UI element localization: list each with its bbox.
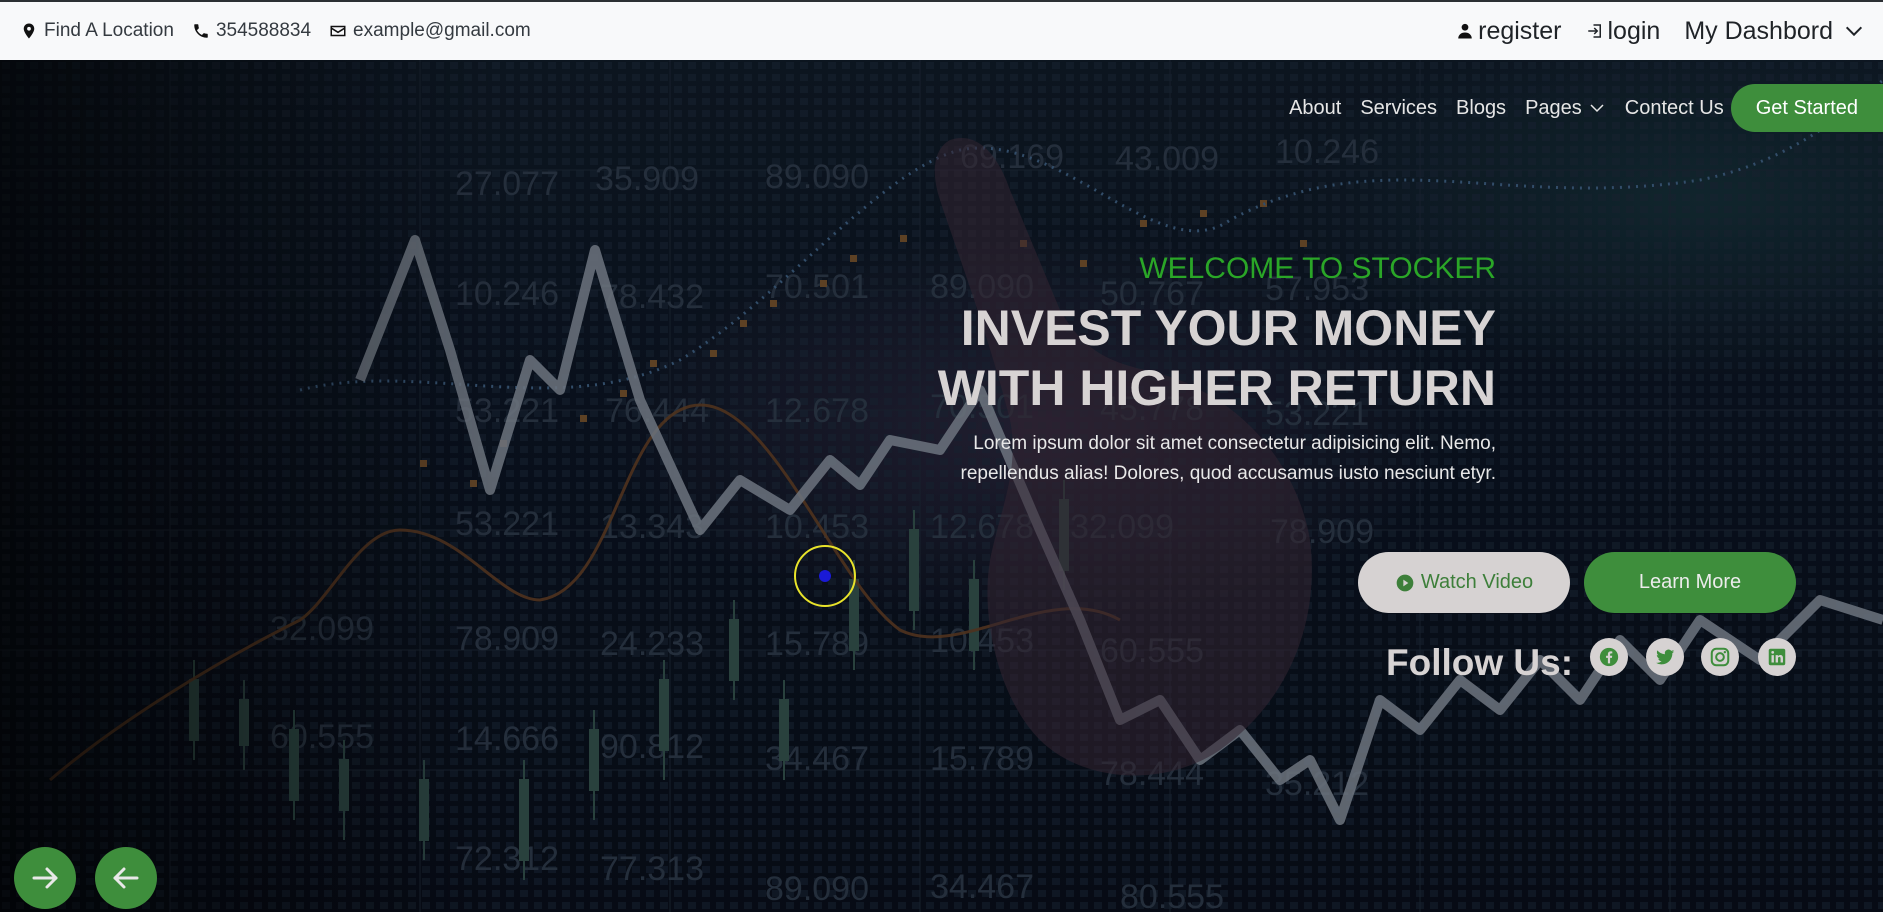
register-label: register [1478, 16, 1562, 45]
hero-headline-line-2: WITH HIGHER RETURN [937, 360, 1496, 416]
twitter-icon [1655, 649, 1675, 665]
linkedin-icon [1768, 648, 1786, 666]
nav-blogs[interactable]: Blogs [1456, 97, 1506, 120]
user-icon [1458, 23, 1472, 39]
login-icon [1587, 24, 1601, 38]
phone-icon [194, 24, 208, 38]
instagram-icon [1710, 647, 1730, 667]
arrow-left-icon [113, 867, 139, 889]
login-label: login [1607, 16, 1661, 45]
hero-headline: INVEST YOUR MONEY WITH HIGHER RETURN [938, 298, 1496, 418]
hero-headline-line-1: INVEST YOUR MONEY [960, 300, 1496, 356]
arrow-right-icon [32, 867, 58, 889]
carousel-next-button[interactable] [14, 847, 76, 909]
play-circle-icon [1396, 574, 1414, 591]
main-nav: About Services Blogs Pages Contect Us Ge… [1289, 84, 1883, 132]
top-bar: Find A Location 354588834 example@gmail.… [0, 0, 1883, 60]
account-links: register login My Dashbord [1456, 17, 1865, 46]
get-started-button[interactable]: Get Started [1730, 84, 1883, 132]
instagram-link[interactable] [1701, 638, 1739, 676]
nav-contact[interactable]: Contect Us [1625, 97, 1724, 120]
nav-services[interactable]: Services [1360, 97, 1437, 120]
nav-about[interactable]: About [1289, 97, 1341, 120]
location-pin-icon [23, 23, 35, 39]
hero-description-line-2: repellendus alias! Dolores, quod accusam… [960, 463, 1496, 484]
carousel-prev-button[interactable] [95, 847, 157, 909]
dashboard-dropdown[interactable]: My Dashbord [1684, 17, 1865, 46]
chevron-down-icon [1845, 26, 1863, 37]
phone-label: 354588834 [215, 20, 312, 41]
login-link[interactable]: login [1586, 16, 1661, 46]
register-link[interactable]: register [1456, 16, 1562, 46]
hero-description-line-1: Lorem ipsum dolor sit amet consectetur a… [973, 433, 1496, 454]
chevron-down-icon [1590, 104, 1604, 113]
twitter-link[interactable] [1646, 638, 1684, 676]
hero-section: 27.077 35.909 89.090 69.169 43.009 10.246 10… [0, 60, 1883, 912]
email-label: example@gmail.com [353, 20, 531, 41]
follow-us-label: Follow Us: [1386, 642, 1574, 683]
cursor-dot [819, 570, 831, 582]
email-link[interactable]: example@gmail.com [329, 20, 531, 42]
location-label: Find A Location [44, 20, 174, 41]
nav-pages-label: Pages [1525, 96, 1582, 119]
facebook-link[interactable] [1590, 638, 1628, 676]
facebook-icon [1599, 647, 1619, 667]
hero-description: Lorem ipsum dolor sit amet consectetur a… [896, 429, 1496, 489]
learn-more-button[interactable]: Learn More [1584, 552, 1796, 613]
envelope-icon [330, 25, 346, 37]
nav-pages-dropdown[interactable]: Pages [1525, 97, 1606, 120]
contact-info: Find A Location 354588834 example@gmail.… [20, 20, 549, 42]
watch-video-button[interactable]: Watch Video [1358, 552, 1570, 613]
dashboard-label: My Dashbord [1684, 16, 1833, 45]
watch-video-label: Watch Video [1420, 571, 1534, 593]
find-location-link[interactable]: Find A Location [20, 20, 174, 42]
linkedin-link[interactable] [1758, 638, 1796, 676]
phone-link[interactable]: 354588834 [192, 20, 311, 42]
hero-eyebrow: WELCOME TO STOCKER [1139, 252, 1496, 285]
